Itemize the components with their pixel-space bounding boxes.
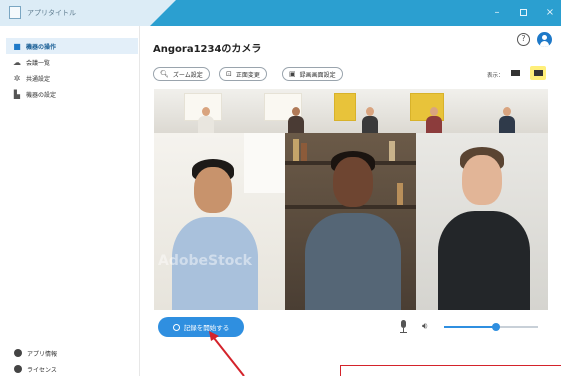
annotation-box	[340, 365, 561, 376]
annotation-overlay	[209, 331, 245, 376]
app-window: アプリタイトル – × ■ 機器の操作 ☁ 会議一覧 ✲ 共通設定 ▙ 機器の設…	[0, 0, 561, 376]
annotation-arrow	[213, 337, 245, 376]
